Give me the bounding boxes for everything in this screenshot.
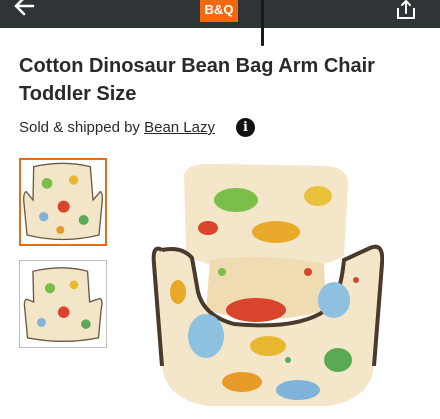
bq-logo[interactable]: B&Q — [200, 0, 238, 22]
thumbnail-front[interactable] — [19, 158, 107, 246]
product-title: Cotton Dinosaur Bean Bag Arm Chair Toddl… — [19, 55, 375, 105]
seller-link[interactable]: Bean Lazy — [144, 119, 215, 136]
share-button[interactable] — [394, 0, 418, 22]
back-button[interactable] — [6, 0, 36, 22]
sold-by-label: Sold & shipped by — [19, 119, 140, 136]
text-cursor — [261, 0, 264, 46]
bean-bag-chair-image — [151, 163, 385, 406]
thumbnail-angle[interactable] — [19, 260, 107, 348]
share-icon — [397, 0, 415, 19]
bean-bag-chair-thumbnail-image — [22, 160, 104, 244]
top-bar: B&Q — [0, 0, 440, 28]
bean-bag-chair-angle-image — [22, 261, 104, 347]
info-icon[interactable]: i — [236, 118, 255, 137]
arrow-left-icon — [14, 0, 35, 16]
main-product-image[interactable] — [148, 160, 385, 412]
seller-line: Sold & shipped by Bean Lazy — [19, 119, 215, 136]
